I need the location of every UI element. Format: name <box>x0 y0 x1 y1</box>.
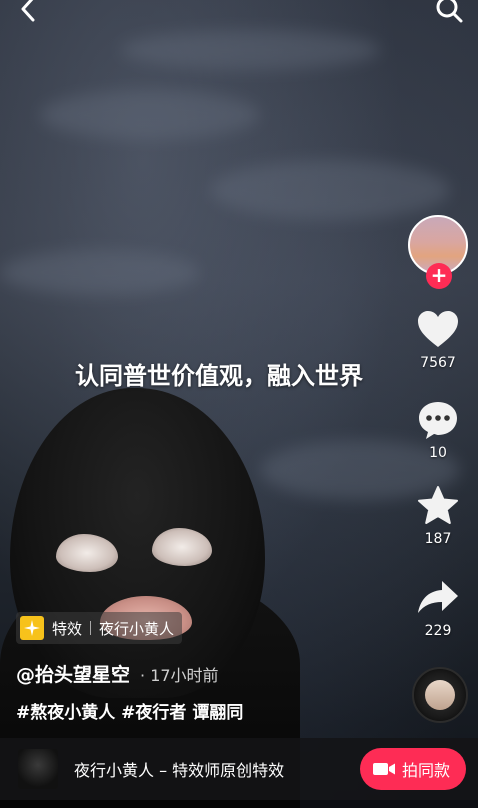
effect-label: 特效 <box>52 619 83 638</box>
cloud-shape <box>120 30 380 70</box>
follow-plus-icon[interactable]: + <box>426 263 452 289</box>
music-disc-cover <box>425 680 455 710</box>
camera-icon <box>372 763 395 775</box>
balaclava-head <box>10 388 265 698</box>
hashtags[interactable]: #熬夜小黄人 #夜行者 谭翮同 <box>16 698 243 723</box>
video-caption: 认同普世价值观，融入世界 <box>75 362 363 390</box>
shoot-same-label: 拍同款 <box>401 761 450 780</box>
effect-thumbnail <box>18 749 58 789</box>
star-icon[interactable] <box>415 483 461 529</box>
effect-divider <box>90 621 92 635</box>
like-button[interactable]: 7567 <box>406 307 470 371</box>
author-avatar-wrap[interactable]: + <box>408 215 468 289</box>
like-count: 7567 <box>420 355 456 371</box>
top-bar <box>0 0 478 30</box>
author-line: @抬头望星空 · 17小时前 <box>16 660 219 687</box>
comment-icon[interactable] <box>415 397 461 443</box>
music-disc[interactable] <box>412 667 468 723</box>
left-eye-cutout <box>56 534 118 572</box>
comment-count: 10 <box>429 445 447 461</box>
cloud-shape <box>40 90 260 140</box>
share-button[interactable]: 229 <box>406 575 470 639</box>
effect-name: 夜行小黄人 <box>99 619 175 638</box>
favorite-count: 187 <box>424 531 452 547</box>
heart-icon[interactable] <box>415 307 461 353</box>
effect-sparkle-icon <box>20 616 44 640</box>
share-icon[interactable] <box>415 575 461 621</box>
comment-button[interactable]: 10 <box>406 397 470 461</box>
search-icon[interactable] <box>434 0 464 24</box>
shoot-same-button[interactable]: 拍同款 <box>359 748 466 790</box>
author-handle[interactable]: @抬头望星空 <box>16 664 130 686</box>
post-time: · 17小时前 <box>140 666 219 685</box>
cloud-shape <box>0 250 200 295</box>
cloud-shape <box>210 160 450 220</box>
favorite-button[interactable]: 187 <box>406 483 470 547</box>
effect-title: 夜行小黄人 – 特效师原创特效 <box>74 761 285 780</box>
share-count: 229 <box>424 623 452 639</box>
effect-tag[interactable]: 特效 夜行小黄人 <box>16 612 183 644</box>
back-icon[interactable] <box>14 0 44 24</box>
effect-bottom-bar[interactable]: 夜行小黄人 – 特效师原创特效 拍同款 <box>0 738 478 800</box>
right-eye-cutout <box>152 528 212 566</box>
